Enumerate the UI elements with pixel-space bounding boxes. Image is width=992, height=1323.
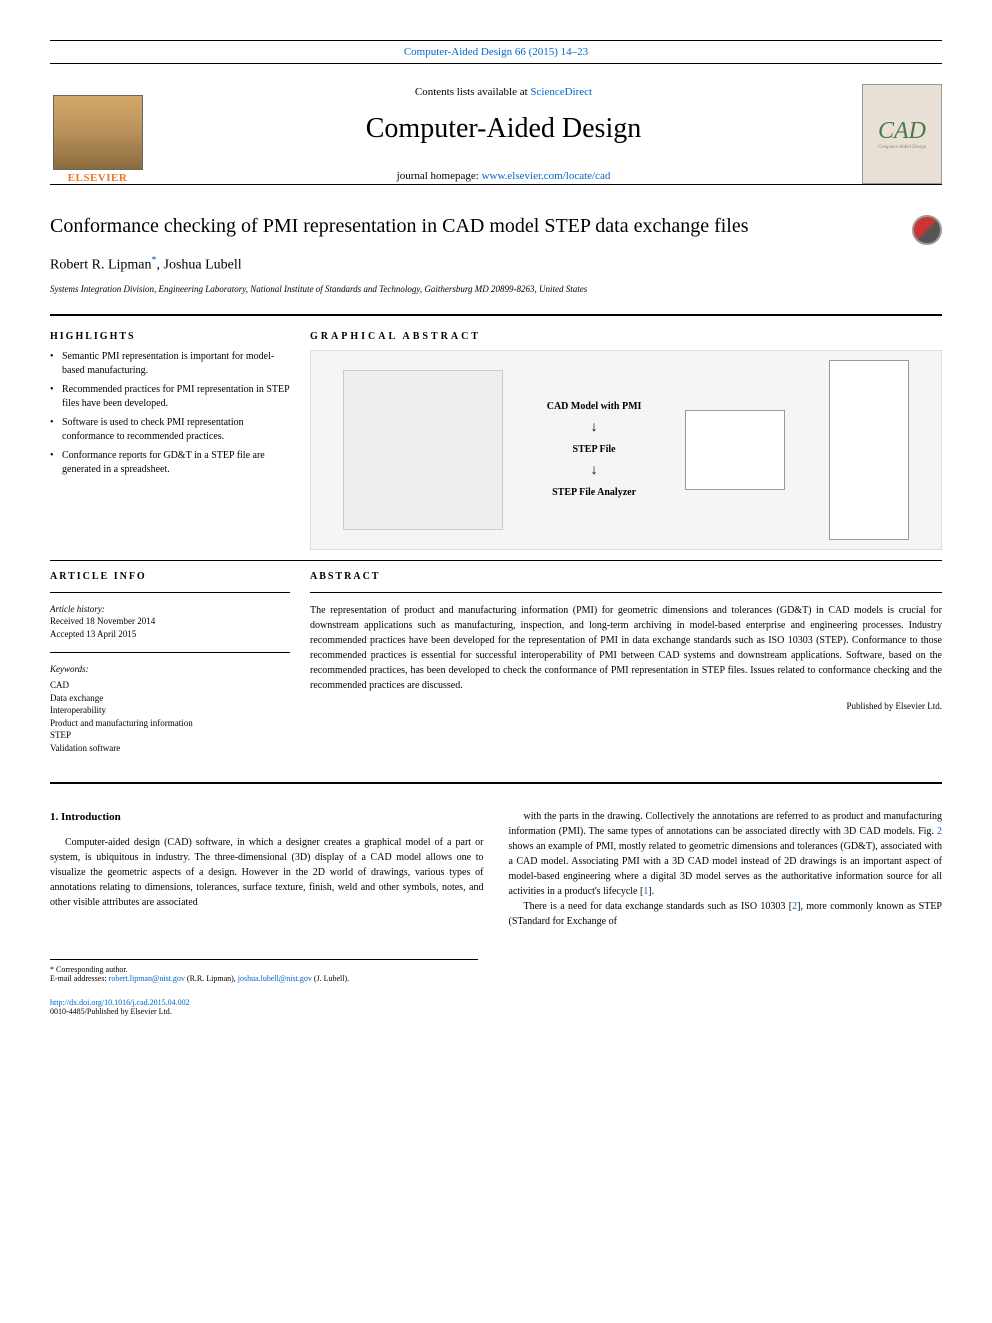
highlight-item: Semantic PMI representation is important… [50, 350, 290, 378]
para2c-text: ]. [648, 886, 654, 897]
journal-homepage: journal homepage: www.elsevier.com/locat… [165, 170, 842, 182]
contents-prefix: Contents lists available at [415, 86, 530, 98]
highlight-item: Software is used to check PMI representa… [50, 416, 290, 444]
keyword: Data exchange [50, 692, 290, 705]
keyword: Interoperability [50, 704, 290, 717]
ga-table-2 [829, 360, 909, 540]
keyword: Product and manufacturing information [50, 717, 290, 730]
citation-link[interactable]: Computer-Aided Design 66 (2015) 14–23 [404, 46, 588, 58]
para3-text: There is a need for data exchange standa… [524, 901, 793, 912]
authors: Robert R. Lipman*, Joshua Lubell [50, 255, 942, 274]
keywords-block: Keywords: CAD Data exchange Interoperabi… [50, 663, 290, 754]
email-label: E-mail addresses: [50, 974, 109, 983]
body-para-1: Computer-aided design (CAD) software, in… [50, 835, 484, 910]
cad-logo-sub: Computer-Aided Design [878, 145, 927, 150]
fig-ref-1[interactable]: 2 [937, 826, 942, 837]
accepted-date: Accepted 13 April 2015 [50, 628, 290, 641]
sciencedirect-link[interactable]: ScienceDirect [530, 86, 592, 98]
article-info-heading: ARTICLE INFO [50, 571, 290, 582]
doi-link[interactable]: http://dx.doi.org/10.1016/j.cad.2015.04.… [50, 998, 190, 1007]
cad-journal-cover: CAD Computer-Aided Design [862, 84, 942, 184]
graphical-abstract-heading: GRAPHICAL ABSTRACT [310, 331, 942, 342]
article-history: Article history: Received 18 November 20… [50, 603, 290, 641]
ga-flow-diagram: CAD Model with PMI ↓ STEP File ↓ STEP Fi… [547, 401, 642, 498]
crossmark-icon[interactable] [912, 215, 942, 245]
article-title: Conformance checking of PMI representati… [50, 215, 892, 238]
homepage-prefix: journal homepage: [397, 170, 482, 182]
author-1: Robert R. Lipman [50, 258, 152, 273]
email1-name: (R.R. Lipman), [185, 974, 238, 983]
footer-copyright: 0010-4485/Published by Elsevier Ltd. [50, 1007, 942, 1016]
email-addresses: E-mail addresses: robert.lipman@nist.gov… [50, 974, 478, 983]
ga-flow-step: STEP File Analyzer [552, 487, 636, 498]
email-link-2[interactable]: joshua.lubell@nist.gov [238, 974, 312, 983]
author-2: , Joshua Lubell [157, 258, 242, 273]
homepage-link[interactable]: www.elsevier.com/locate/cad [482, 170, 611, 182]
citation-header: Computer-Aided Design 66 (2015) 14–23 [50, 40, 942, 64]
ga-table-1 [685, 410, 785, 490]
elsevier-logo: ELSEVIER [50, 84, 145, 184]
para2-text: with the parts in the drawing. Collectiv… [509, 811, 943, 837]
corr-author-note: * Corresponding author. [50, 965, 478, 974]
para2b-text: shows an example of PMI, mostly related … [509, 841, 943, 897]
graphical-abstract-figure: CAD Model with PMI ↓ STEP File ↓ STEP Fi… [310, 350, 942, 550]
section-1-heading: 1. Introduction [50, 809, 484, 826]
abstract-text: The representation of product and manufa… [310, 603, 942, 693]
body-para-2: with the parts in the drawing. Collectiv… [509, 809, 943, 899]
down-arrow-icon: ↓ [591, 420, 598, 436]
highlight-item: Conformance reports for GD&T in a STEP f… [50, 449, 290, 477]
highlights-heading: HIGHLIGHTS [50, 331, 290, 342]
ga-flow-step: STEP File [573, 444, 616, 455]
ga-cad-model [343, 370, 503, 530]
abstract-copyright: Published by Elsevier Ltd. [310, 701, 942, 711]
received-date: Received 18 November 2014 [50, 615, 290, 628]
body-para-3: There is a need for data exchange standa… [509, 899, 943, 929]
elsevier-tree-icon [53, 95, 143, 170]
footnotes: * Corresponding author. E-mail addresses… [50, 959, 478, 983]
email-link-1[interactable]: robert.lipman@nist.gov [109, 974, 185, 983]
cad-logo-text: CAD [878, 118, 926, 145]
ga-flow-step: CAD Model with PMI [547, 401, 642, 412]
contents-available: Contents lists available at ScienceDirec… [165, 86, 842, 98]
keyword: STEP [50, 729, 290, 742]
keyword: Validation software [50, 742, 290, 755]
keywords-label: Keywords: [50, 663, 290, 676]
highlight-item: Recommended practices for PMI representa… [50, 383, 290, 411]
abstract-heading: ABSTRACT [310, 571, 942, 582]
keyword: CAD [50, 679, 290, 692]
history-label: Article history: [50, 603, 290, 616]
highlights-list: Semantic PMI representation is important… [50, 350, 290, 477]
journal-title: Computer-Aided Design [165, 113, 842, 145]
journal-header: ELSEVIER Contents lists available at Sci… [50, 84, 942, 185]
elsevier-text: ELSEVIER [68, 172, 128, 184]
doi-footer: http://dx.doi.org/10.1016/j.cad.2015.04.… [50, 998, 942, 1016]
affiliation: Systems Integration Division, Engineerin… [50, 284, 942, 294]
email2-name: (J. Lubell). [312, 974, 349, 983]
down-arrow-icon: ↓ [591, 463, 598, 479]
